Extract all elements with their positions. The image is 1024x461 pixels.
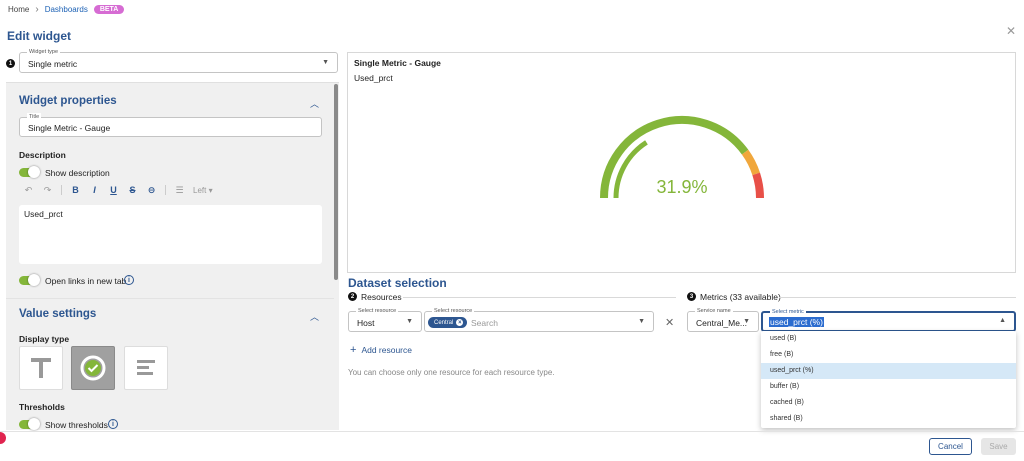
- preview-title: Single Metric - Gauge: [354, 58, 441, 68]
- rich-text-toolbar: ↶ ↷ B I U S ⊖ ☰ Left ▾: [19, 184, 213, 196]
- beta-badge: BETA: [93, 4, 125, 14]
- open-links-toggle[interactable]: [19, 274, 40, 286]
- align-left-icon[interactable]: ☰: [170, 185, 189, 196]
- gauge-chart: 31.9%: [600, 116, 764, 199]
- metric-option[interactable]: used_prct (%): [761, 363, 1016, 379]
- info-icon[interactable]: i: [108, 419, 118, 429]
- dataset-selection-title: Dataset selection: [348, 276, 447, 290]
- show-thresholds-label: Show thresholds: [45, 420, 108, 430]
- metric-option[interactable]: cached (B): [761, 395, 1016, 411]
- display-type-heading: Display type: [19, 334, 70, 344]
- metric-option[interactable]: buffer (B): [761, 379, 1016, 395]
- caret-down-icon: ▼: [743, 318, 750, 325]
- resource-chip[interactable]: Central ×: [428, 317, 468, 328]
- widget-type-value: Single metric: [28, 59, 78, 69]
- redo-icon[interactable]: ↷: [38, 185, 57, 196]
- display-type-text-button[interactable]: [19, 346, 63, 390]
- metric-select-value[interactable]: used_prct (%): [769, 317, 824, 327]
- description-text: Used_prct: [24, 209, 63, 219]
- step-1-marker: 1: [6, 59, 15, 68]
- widget-type-label: Widget type: [27, 48, 61, 56]
- service-name-label: Service name: [695, 307, 733, 315]
- metric-select[interactable]: Select metric used_prct (%) ▲: [761, 308, 1016, 332]
- close-icon[interactable]: ✕: [1006, 24, 1016, 38]
- preview-description: Used_prct: [354, 73, 393, 83]
- service-name-value: Central_Me...: [696, 318, 748, 328]
- title-field-label: Title: [27, 113, 42, 121]
- description-editor[interactable]: Used_prct: [19, 205, 322, 264]
- add-resource-button[interactable]: + Add resource: [350, 344, 412, 356]
- resource-type-select[interactable]: Select resource Host ▼: [348, 307, 422, 332]
- chevron-up-icon[interactable]: ︿: [310, 310, 319, 323]
- caret-up-icon: ▲: [999, 317, 1006, 324]
- resource-type-label: Select resource: [356, 307, 399, 315]
- metric-option[interactable]: free (B): [761, 347, 1016, 363]
- title-field-value: Single Metric - Gauge: [28, 123, 111, 133]
- panel-scrollbar[interactable]: [334, 84, 338, 280]
- step-3-marker: 3: [687, 292, 696, 301]
- resource-chip-label: Central: [434, 319, 454, 326]
- resource-search-label: Select resource: [432, 307, 475, 315]
- cancel-button[interactable]: Cancel: [929, 438, 972, 455]
- metric-select-label: Select metric: [770, 308, 806, 316]
- link-icon[interactable]: ⊖: [142, 185, 161, 196]
- caret-down-icon: ▼: [322, 59, 329, 66]
- value-settings-title: Value settings: [19, 308, 97, 320]
- metric-option[interactable]: used (B): [761, 331, 1016, 347]
- description-heading: Description: [19, 150, 66, 160]
- metric-option[interactable]: shared (B): [761, 411, 1016, 427]
- resource-type-value: Host: [357, 318, 375, 328]
- step-2-marker: 2: [348, 292, 357, 301]
- undo-icon[interactable]: ↶: [19, 185, 38, 196]
- thresholds-heading: Thresholds: [19, 402, 65, 412]
- gauge-icon: [80, 355, 106, 381]
- widget-type-select[interactable]: Widget type Single metric ▼: [19, 48, 338, 73]
- alignment-select[interactable]: Left ▾: [193, 186, 213, 195]
- caret-down-icon: ▼: [406, 318, 413, 325]
- resources-heading: Resources: [361, 292, 402, 302]
- display-type-gauge-button[interactable]: [71, 346, 115, 390]
- gauge-track-warning: [741, 149, 760, 176]
- alignment-value: Left: [193, 185, 207, 195]
- metric-dropdown: used (B) free (B) used_prct (%) buffer (B) c…: [761, 331, 1016, 428]
- display-type-bar-button[interactable]: [124, 346, 168, 390]
- remove-resource-icon[interactable]: ✕: [665, 316, 674, 329]
- breadcrumb-home[interactable]: Home: [8, 5, 29, 14]
- show-thresholds-toggle[interactable]: [19, 418, 40, 430]
- chevron-up-icon[interactable]: ︿: [310, 97, 319, 110]
- caret-down-icon: ▼: [638, 318, 645, 325]
- save-button[interactable]: Save: [981, 438, 1016, 455]
- notification-dot[interactable]: [0, 432, 6, 444]
- resource-search-placeholder: Search: [471, 318, 498, 328]
- bold-icon[interactable]: B: [66, 185, 85, 195]
- strikethrough-icon[interactable]: S: [123, 185, 142, 195]
- gauge-value-label: 31.9%: [656, 177, 707, 197]
- plus-icon: +: [350, 344, 357, 356]
- info-icon[interactable]: i: [124, 275, 134, 285]
- chip-remove-icon[interactable]: ×: [456, 319, 464, 326]
- widget-properties-title: Widget properties: [19, 95, 117, 107]
- underline-icon[interactable]: U: [104, 185, 123, 195]
- resource-hint: You can choose only one resource for eac…: [348, 368, 555, 377]
- italic-icon[interactable]: I: [85, 185, 104, 195]
- open-links-label: Open links in new tab: [45, 276, 127, 286]
- breadcrumb: Home › Dashboards BETA: [8, 2, 125, 16]
- text-icon: [31, 358, 51, 378]
- breadcrumb-dashboards[interactable]: Dashboards: [45, 5, 88, 14]
- title-field[interactable]: Title Single Metric - Gauge: [19, 113, 322, 137]
- show-description-label: Show description: [45, 168, 110, 178]
- gauge-track-critical: [752, 172, 764, 199]
- chevron-right-icon: ›: [35, 3, 39, 15]
- show-description-toggle[interactable]: [19, 166, 40, 178]
- bar-icon: [137, 360, 155, 375]
- service-name-select[interactable]: Service name Central_Me... ▼: [687, 307, 759, 332]
- page-title: Edit widget: [7, 29, 71, 43]
- widget-preview: Single Metric - Gauge Used_prct 31.9%: [347, 52, 1016, 273]
- add-resource-label: Add resource: [361, 345, 412, 355]
- metrics-heading: Metrics (33 available): [700, 292, 781, 302]
